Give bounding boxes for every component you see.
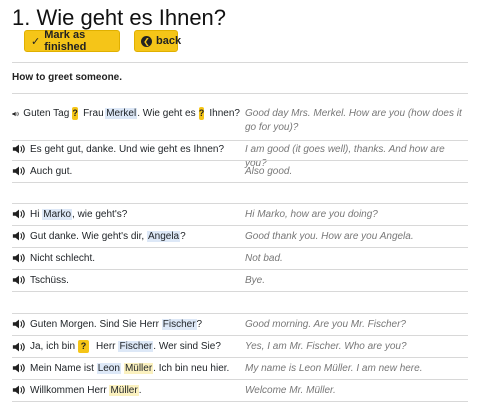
divider [12, 401, 468, 402]
name-highlight: Merkel [105, 108, 138, 119]
sentence-text: Mein Name ist [30, 362, 97, 374]
table-row: Guten Morgen. Sind Sie Herr Fischer ? Go… [12, 318, 468, 340]
english-translation: Good day Mrs. Merkel. How are you (how d… [245, 108, 462, 133]
divider [12, 335, 468, 336]
speaker-icon[interactable] [12, 108, 19, 120]
name-highlight: Müller [109, 384, 139, 396]
sentence-text: ? [180, 230, 186, 242]
back-button[interactable]: ❮ back [134, 30, 182, 52]
german-sentence: Gut danke. Wie geht's dir, Angela ? [12, 230, 240, 242]
divider [12, 93, 468, 94]
sentence-text: . Wer sind Sie? [153, 341, 221, 352]
divider [12, 269, 468, 270]
german-sentence: Guten Morgen. Sind Sie Herr Fischer ? [12, 318, 240, 330]
speaker-icon[interactable] [12, 208, 26, 220]
name-highlight: Angela [146, 230, 181, 242]
divider [12, 291, 468, 292]
table-row: Tschüss. Bye. [12, 274, 468, 296]
sentence-text: Nicht schlecht. [30, 252, 96, 264]
sentence-text: Ihnen? [209, 108, 240, 119]
divider [12, 182, 468, 183]
german-sentence: Auch gut. [12, 165, 240, 177]
mark-finished-label: Mark as finished [44, 29, 87, 53]
check-icon: ✓ [31, 35, 41, 48]
sentence-text: ? [196, 318, 203, 330]
sentence-text: . Ich bin neu hier. [153, 362, 230, 374]
table-row: Nicht schlecht. Not bad. [12, 252, 468, 274]
table-row: Gut danke. Wie geht's dir, Angela ? Good… [12, 230, 468, 252]
divider [12, 62, 468, 63]
table-row: Auch gut. Also good. [12, 165, 468, 187]
name-highlight: Fischer [118, 341, 154, 352]
speaker-icon[interactable] [12, 362, 26, 374]
speaker-icon[interactable] [12, 230, 26, 242]
lesson-description: How to greet someone. [12, 72, 123, 83]
divider [12, 160, 468, 161]
divider [12, 247, 468, 248]
sentence-text: Tschüss. [30, 274, 69, 286]
name-highlight: Leon [96, 362, 121, 374]
sentence-text: . [138, 384, 142, 396]
sentence-text: Herr [96, 341, 116, 352]
english-translation: My name is Leon Müller. I am new here. [245, 363, 423, 374]
english-translation: Hi Marko, how are you doing? [245, 209, 378, 220]
divider [12, 357, 468, 358]
sentence-text: Frau [83, 108, 104, 119]
sentence-text: Auch gut. [30, 165, 73, 177]
speaker-icon[interactable] [12, 384, 26, 396]
german-sentence: Mein Name ist Leon Müller . Ich bin neu … [12, 362, 240, 374]
english-translation: Yes, I am Mr. Fischer. Who are you? [245, 341, 407, 352]
english-translation: Good thank you. How are you Angela. [245, 231, 414, 242]
german-sentence: Willkommen Herr Müller . [12, 384, 240, 396]
german-sentence: Ja, ich bin ? Herr Fischer . Wer sind Si… [12, 340, 240, 353]
german-sentence: Hi Marko , wie geht's? [12, 208, 240, 220]
mark-finished-button[interactable]: ✓ Mark as finished [24, 29, 120, 53]
sentence-text: Ja, ich bin [30, 341, 76, 352]
name-highlight: Fischer [161, 318, 197, 330]
hint-button[interactable]: ? [78, 340, 90, 353]
speaker-icon[interactable] [12, 341, 26, 353]
sentence-text: Willkommen Herr [30, 384, 110, 396]
divider [12, 313, 468, 314]
sentence-text: Guten Morgen. Sind Sie Herr [30, 318, 162, 330]
hint-button[interactable]: ? [72, 107, 78, 120]
german-sentence: Tschüss. [12, 274, 240, 286]
english-translation: Also good. [245, 166, 293, 177]
hint-button[interactable]: ? [198, 107, 205, 120]
english-translation: Welcome Mr. Müller. [245, 385, 336, 396]
speaker-icon[interactable] [12, 274, 26, 286]
name-highlight: Marko [42, 208, 73, 220]
speaker-icon[interactable] [12, 318, 26, 330]
page-title: 1. Wie geht es Ihnen? [12, 5, 227, 30]
german-sentence: Guten Tag ? Frau Merkel . Wie geht es ? … [12, 107, 240, 120]
chevron-left-circle-icon: ❮ [141, 35, 152, 47]
table-row: Guten Tag ? Frau Merkel . Wie geht es ? … [12, 107, 468, 141]
back-label: back [156, 35, 182, 47]
sentence-text: Gut danke. Wie geht's dir, [30, 230, 147, 242]
table-row: Mein Name ist Leon Müller . Ich bin neu … [12, 362, 468, 384]
sentence-text: Guten Tag [23, 108, 70, 119]
table-row: Es geht gut, danke. Und wie geht es Ihne… [12, 143, 468, 169]
divider [12, 225, 468, 226]
english-translation: Not bad. [245, 253, 283, 264]
english-translation: Bye. [245, 275, 266, 286]
speaker-icon[interactable] [12, 252, 26, 264]
table-row: Ja, ich bin ? Herr Fischer . Wer sind Si… [12, 340, 468, 362]
table-row: Hi Marko , wie geht's? Hi Marko, how are… [12, 208, 468, 230]
english-translation: Good morning. Are you Mr. Fischer? [245, 319, 406, 330]
table-row: Willkommen Herr Müller . Welcome Mr. Mül… [12, 384, 468, 406]
german-sentence: Nicht schlecht. [12, 252, 240, 264]
german-sentence: Es geht gut, danke. Und wie geht es Ihne… [12, 143, 240, 155]
sentence-text: , wie geht's? [72, 208, 128, 220]
sentence-text: . Wie geht es [137, 108, 196, 119]
divider [12, 140, 468, 141]
name-highlight: Müller [123, 362, 154, 374]
sentence-text: Hi [30, 208, 43, 220]
speaker-icon[interactable] [12, 165, 26, 177]
divider [12, 379, 468, 380]
divider [12, 203, 468, 204]
speaker-icon[interactable] [12, 143, 26, 155]
sentence-text: Es geht gut, danke. Und wie geht es Ihne… [30, 143, 225, 155]
